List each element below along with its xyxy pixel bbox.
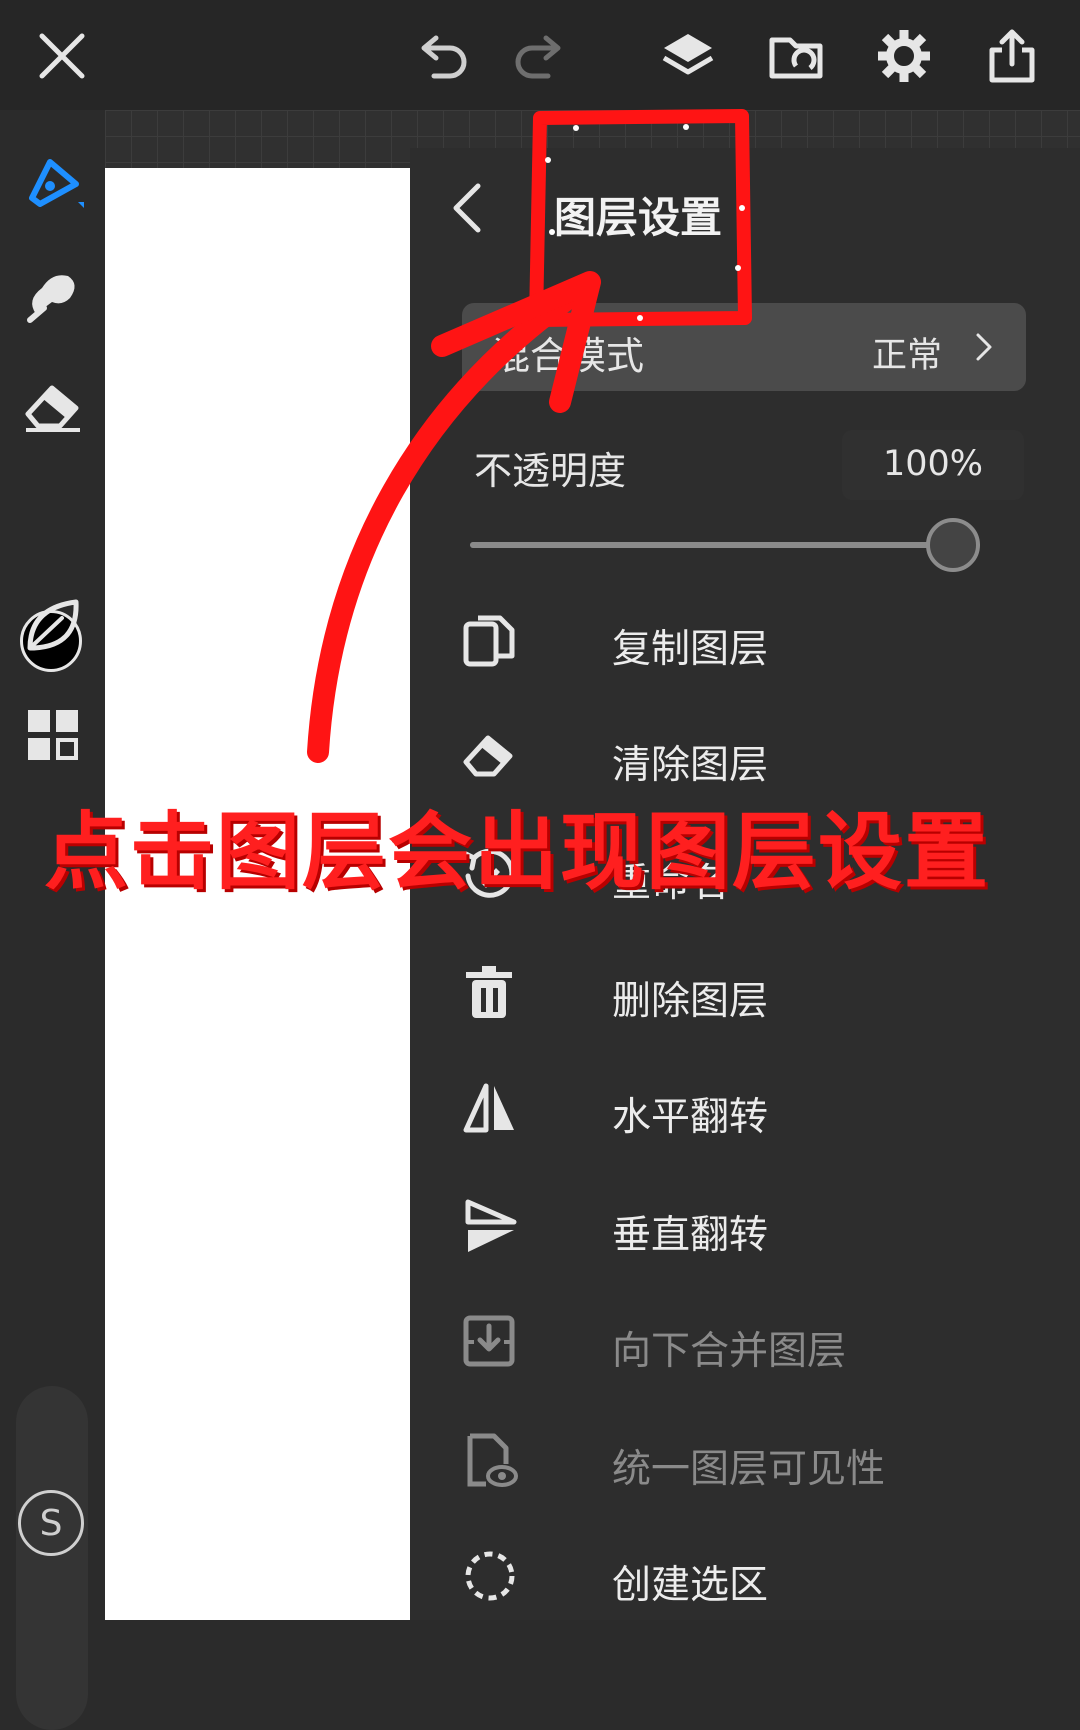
- grid-tool[interactable]: [18, 700, 88, 770]
- trash-icon: [466, 966, 512, 1018]
- leaf-tool-icon: [27, 599, 79, 651]
- menu-item-create-selection[interactable]: 创建选区: [460, 1532, 1050, 1622]
- pen-tool-icon: [29, 159, 84, 208]
- menu-item-label: 删除图层: [612, 979, 769, 1024]
- smudge-tool[interactable]: [18, 260, 88, 330]
- menu-item-label: 向下合并图层: [612, 1329, 847, 1374]
- selection-icon: [465, 1551, 515, 1601]
- menu-item-label: 水平翻转: [612, 1095, 769, 1140]
- layers-button[interactable]: [650, 18, 726, 94]
- merge-down-icon: [463, 1315, 515, 1367]
- visibility-icon: [467, 1433, 518, 1487]
- annotation-text: 点击图层会出现图层设置: [44, 803, 991, 901]
- close-icon: [39, 33, 85, 79]
- menu-item-flip-vertical[interactable]: 垂直翻转: [460, 1182, 1050, 1272]
- eraser-tool[interactable]: [18, 370, 88, 440]
- menu-item-delete-layer[interactable]: 删除图层: [460, 948, 1050, 1038]
- menu-item-label: 垂直翻转: [612, 1213, 769, 1258]
- menu-item-flip-horizontal[interactable]: 水平翻转: [460, 1064, 1050, 1154]
- menu-item-label: 清除图层: [612, 743, 769, 788]
- redo-button[interactable]: [502, 18, 578, 94]
- s-label: S: [39, 1502, 63, 1544]
- menu-item-merge-down[interactable]: 向下合并图层: [460, 1298, 1050, 1388]
- flip-vertical-icon: [465, 1199, 517, 1252]
- clear-icon: [463, 735, 513, 777]
- s-button[interactable]: S: [18, 1490, 84, 1556]
- menu-item-label: 统一图层可见性: [612, 1447, 886, 1492]
- opacity-slider-fill: [470, 542, 980, 548]
- settings-button[interactable]: [866, 18, 942, 94]
- leaf-tool[interactable]: [18, 590, 88, 660]
- menu-item-duplicate-layer[interactable]: 复制图层: [460, 596, 1050, 686]
- blend-mode-row[interactable]: 混合模式 正常: [462, 303, 1026, 391]
- menu-item-unify-visibility[interactable]: 统一图层可见性: [460, 1416, 1050, 1506]
- pen-tool[interactable]: [18, 150, 88, 220]
- back-button[interactable]: [442, 178, 492, 238]
- flip-horizontal-icon: [463, 1083, 514, 1133]
- import-button[interactable]: [758, 18, 834, 94]
- opacity-label: 不透明度: [474, 449, 627, 493]
- layers-icon: [662, 34, 714, 75]
- redo-icon: [515, 35, 561, 79]
- menu-item-label: 复制图层: [612, 627, 769, 672]
- panel-title: 图层设置: [554, 193, 723, 242]
- chevron-left-icon: [453, 183, 481, 233]
- duplicate-icon: [463, 615, 515, 667]
- share-button[interactable]: [974, 18, 1050, 94]
- blend-mode-value: 正常: [871, 336, 942, 376]
- top-bar: [0, 0, 1080, 110]
- opacity-slider-thumb[interactable]: [926, 518, 980, 572]
- chevron-right-icon: [976, 333, 992, 361]
- opacity-slider[interactable]: [470, 518, 980, 572]
- eraser-tool-icon: [25, 385, 80, 432]
- gear-icon: [878, 30, 930, 82]
- smudge-tool-icon: [27, 275, 75, 323]
- share-icon: [989, 29, 1035, 83]
- grid-tool-icon: [28, 710, 78, 760]
- opacity-input[interactable]: 100%: [842, 430, 1024, 500]
- menu-item-label: 创建选区: [612, 1563, 769, 1608]
- brush-size-slider[interactable]: [16, 1386, 88, 1730]
- opacity-value: 100%: [882, 444, 984, 484]
- undo-button[interactable]: [404, 18, 480, 94]
- blend-mode-label: 混合模式: [492, 334, 645, 378]
- undo-icon: [421, 35, 467, 79]
- folder-import-icon: [769, 37, 823, 79]
- close-button[interactable]: [24, 18, 100, 94]
